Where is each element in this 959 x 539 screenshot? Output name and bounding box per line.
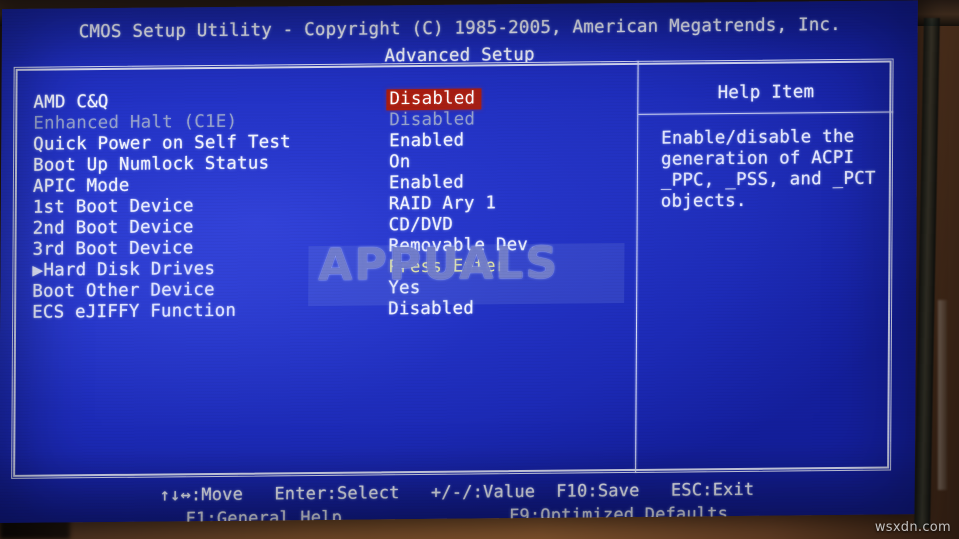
- setting-value-quick-post[interactable]: Enabled: [389, 130, 539, 152]
- setting-value-2nd-boot-device[interactable]: CD/DVD: [389, 214, 539, 236]
- bios-setup-utility: CMOS Setup Utility - Copyright (C) 1985-…: [0, 0, 918, 523]
- setting-value-apic-mode[interactable]: Enabled: [389, 172, 539, 194]
- setting-value-1st-boot-device[interactable]: RAID Ary 1: [389, 193, 539, 215]
- setting-label-hard-disk-drives[interactable]: ▶Hard Disk Drives: [32, 258, 290, 281]
- monitor-screen: CMOS Setup Utility - Copyright (C) 1985-…: [0, 0, 918, 524]
- help-line: generation of ACPI: [660, 147, 855, 170]
- setting-label-text: Hard Disk Drives: [43, 258, 216, 281]
- setting-label-enhanced-halt: Enhanced Halt (C1E): [33, 111, 238, 134]
- help-line: _PPC, _PSS, and _PCT: [660, 168, 876, 191]
- settings-value-column: Disabled Disabled Enabled On Enabled RAI…: [386, 88, 540, 320]
- submenu-arrow-icon: ▶: [32, 260, 44, 281]
- setting-value-boot-other-device[interactable]: Yes: [388, 277, 538, 299]
- setting-label-boot-numlock[interactable]: Boot Up Numlock Status: [33, 153, 291, 176]
- help-item-title: Help Item: [717, 82, 815, 104]
- setting-label-ecs-ejiffy[interactable]: ECS eJIFFY Function: [32, 300, 290, 323]
- setting-value-amd-cq[interactable]: Disabled: [386, 88, 482, 111]
- setting-value-boot-numlock[interactable]: On: [389, 151, 539, 173]
- bios-screen-photo: CMOS Setup Utility - Copyright (C) 1985-…: [0, 0, 959, 539]
- page-title: CMOS Setup Utility - Copyright (C) 1985-…: [78, 14, 842, 43]
- setting-label-1st-boot-device[interactable]: 1st Boot Device: [33, 195, 291, 218]
- help-item-body: Enable/disable the generation of ACPI _P…: [661, 126, 894, 212]
- setting-value-enhanced-halt: Disabled: [389, 109, 476, 131]
- setting-label-boot-other-device[interactable]: Boot Other Device: [32, 279, 290, 302]
- setting-label-amd-cq[interactable]: AMD C&Q: [33, 90, 291, 113]
- help-line: objects.: [660, 190, 747, 212]
- setting-value-3rd-boot-device[interactable]: Removable Dev.: [388, 235, 538, 257]
- help-line: Enable/disable the: [661, 126, 855, 149]
- setting-label-quick-post[interactable]: Quick Power on Self Test: [33, 132, 291, 155]
- setting-value-hard-disk-drives[interactable]: Press Enter: [388, 256, 538, 278]
- setting-label-apic-mode[interactable]: APIC Mode: [33, 174, 291, 197]
- setting-value-ecs-ejiffy[interactable]: Disabled: [388, 298, 538, 320]
- setting-label-3rd-boot-device[interactable]: 3rd Boot Device: [32, 237, 290, 260]
- setting-label-2nd-boot-device[interactable]: 2nd Boot Device: [33, 216, 291, 239]
- monitor-bezel-right-highlight: [938, 300, 947, 490]
- settings-label-column: AMD C&Q Enhanced Halt (C1E) Quick Power …: [32, 90, 291, 323]
